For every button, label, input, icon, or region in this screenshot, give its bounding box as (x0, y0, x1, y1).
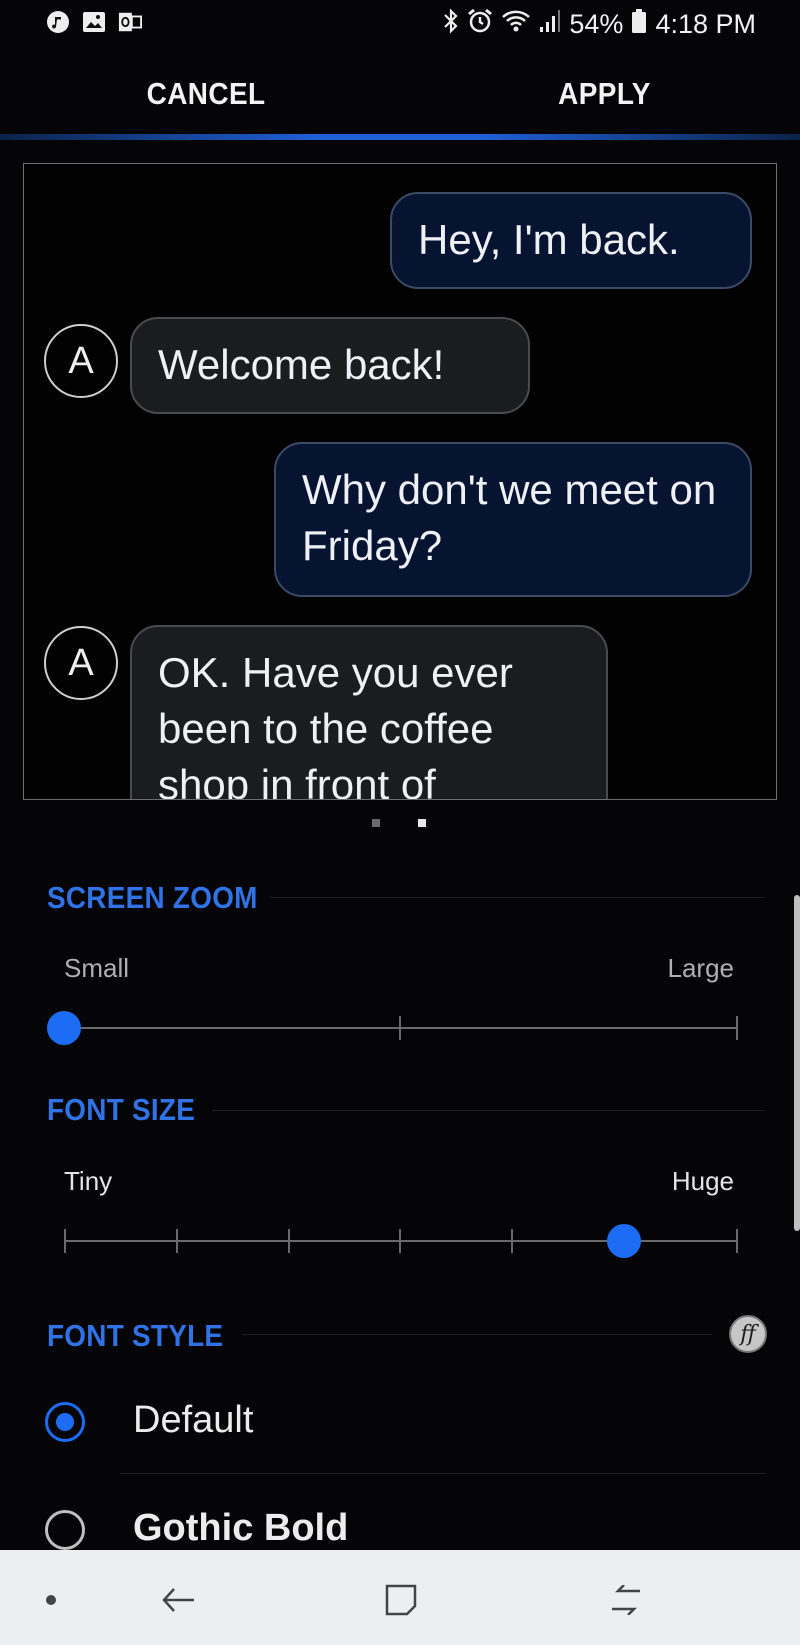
home-icon[interactable] (371, 1570, 431, 1630)
alarm-icon (467, 8, 493, 41)
outlook-icon (118, 10, 142, 34)
section-divider (242, 1334, 712, 1335)
slider-tick (288, 1229, 290, 1253)
status-bar: 54% 4:18 PM (0, 0, 800, 52)
header-divider (0, 134, 800, 140)
scrollbar[interactable] (794, 895, 800, 1231)
apply-button[interactable]: APPLY (558, 76, 651, 112)
clock: 4:18 PM (655, 9, 756, 39)
incoming-message: Welcome back! (130, 317, 530, 414)
radio-unselected[interactable] (45, 1510, 85, 1550)
slider-tick (399, 1229, 401, 1253)
avatar: A (44, 324, 118, 398)
navigation-bar (0, 1550, 800, 1645)
screen-zoom-title: SCREEN ZOOM (47, 880, 258, 915)
radio-selected[interactable] (45, 1402, 85, 1442)
slider-tick (64, 1229, 66, 1253)
slider-tick (399, 1016, 401, 1040)
slider-tick (511, 1229, 513, 1253)
incoming-message: OK. Have you ever been to the coffee sho… (130, 625, 608, 799)
notification-icons (46, 10, 142, 34)
wifi-icon (501, 9, 531, 40)
slider-tick (736, 1016, 738, 1040)
recents-icon[interactable] (596, 1570, 656, 1630)
music-note-icon (46, 10, 70, 34)
back-icon[interactable] (148, 1570, 208, 1630)
message-preview[interactable]: Hey, I'm back. A Welcome back! Why don't… (23, 163, 777, 800)
font-size-min-label: Tiny (64, 1166, 113, 1196)
signal-icon (539, 9, 561, 40)
slider-tick (176, 1229, 178, 1253)
screen-zoom-slider-track[interactable] (64, 1027, 738, 1029)
font-size-title: FONT SIZE (47, 1092, 196, 1127)
option-divider (120, 1473, 765, 1474)
bluetooth-icon (443, 8, 459, 41)
font-size-slider-thumb[interactable] (607, 1224, 641, 1258)
section-divider (270, 897, 765, 898)
system-status: 54% 4:18 PM (443, 8, 756, 41)
font-option-label: Default (133, 1399, 254, 1441)
gallery-icon (82, 10, 106, 34)
font-size-max-label: Huge (671, 1166, 734, 1196)
font-download-icon[interactable]: ff (729, 1315, 767, 1353)
battery-icon (631, 8, 647, 41)
screen-zoom-slider-thumb[interactable] (47, 1011, 81, 1045)
action-bar: CANCEL APPLY (0, 52, 800, 132)
screen-zoom-max-label: Large (667, 953, 735, 983)
page-indicator-2[interactable] (418, 819, 426, 827)
font-option-default[interactable]: Default (0, 1376, 800, 1466)
screen-zoom-min-label: Small (64, 953, 130, 983)
page-indicator-1[interactable] (372, 819, 380, 827)
outgoing-message: Hey, I'm back. (390, 192, 752, 289)
outgoing-message: Why don't we meet on Friday? (274, 442, 752, 597)
dot-icon[interactable] (21, 1570, 81, 1630)
font-option-label: Gothic Bold (133, 1507, 349, 1549)
cancel-button[interactable]: CANCEL (147, 76, 266, 112)
avatar: A (44, 626, 118, 700)
section-divider (212, 1110, 765, 1111)
slider-tick (736, 1229, 738, 1253)
battery-percent: 54% (569, 9, 624, 39)
font-style-title: FONT STYLE (47, 1318, 224, 1353)
